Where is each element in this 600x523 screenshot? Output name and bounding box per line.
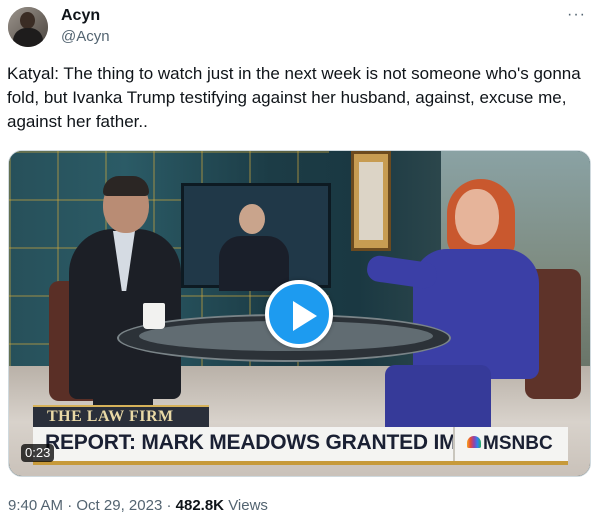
network-brand: MSNBC <box>453 427 568 461</box>
meta-separator: · <box>67 497 73 514</box>
author-handle[interactable]: @Acyn <box>61 27 110 47</box>
tweet-meta: 9:40 AM · Oct 29, 2023 · 482.8K Views <box>8 496 268 516</box>
monitor-person-body <box>219 236 289 291</box>
avatar[interactable] <box>8 7 48 47</box>
lower-third: THE LAW FIRM REPORT: MARK MEADOWS GRANTE… <box>33 405 568 467</box>
author-name[interactable]: Acyn <box>61 6 100 26</box>
monitor-person-head <box>239 204 265 234</box>
views-count[interactable]: 482.8K <box>176 497 224 514</box>
wall-picture-inner <box>359 162 383 240</box>
meta-separator-2: · <box>166 497 172 514</box>
more-horizontal-icon[interactable]: ··· <box>567 7 586 23</box>
views-label: Views <box>228 497 268 514</box>
video-duration: 0:23 <box>21 444 55 462</box>
tweet-date[interactable]: Oct 29, 2023 <box>76 497 162 514</box>
coffee-mug <box>143 303 165 329</box>
tweet-text: Katyal: The thing to watch just in the n… <box>7 64 581 131</box>
peacock-icon <box>467 436 481 448</box>
video-player[interactable]: THE LAW FIRM REPORT: MARK MEADOWS GRANTE… <box>8 150 591 477</box>
play-icon <box>293 301 317 331</box>
tweet-time[interactable]: 9:40 AM <box>8 497 63 514</box>
network-logo: MSNBC <box>467 433 553 455</box>
avatar-head <box>20 12 35 29</box>
tweet: Acyn @Acyn ··· Katyal: The thing to watc… <box>0 0 600 523</box>
guest-hair <box>103 176 149 196</box>
wall-picture <box>351 151 391 251</box>
play-button[interactable] <box>265 280 333 348</box>
studio-monitor <box>181 183 331 291</box>
host-head <box>455 189 499 245</box>
network-name: MSNBC <box>483 433 553 454</box>
show-label-bar: THE LAW FIRM <box>33 405 209 427</box>
lower-third-accent <box>33 461 568 465</box>
headline-bar: REPORT: MARK MEADOWS GRANTED IMMUNITY <box>33 427 536 461</box>
avatar-body <box>13 28 43 47</box>
show-label: THE LAW FIRM <box>47 408 174 425</box>
